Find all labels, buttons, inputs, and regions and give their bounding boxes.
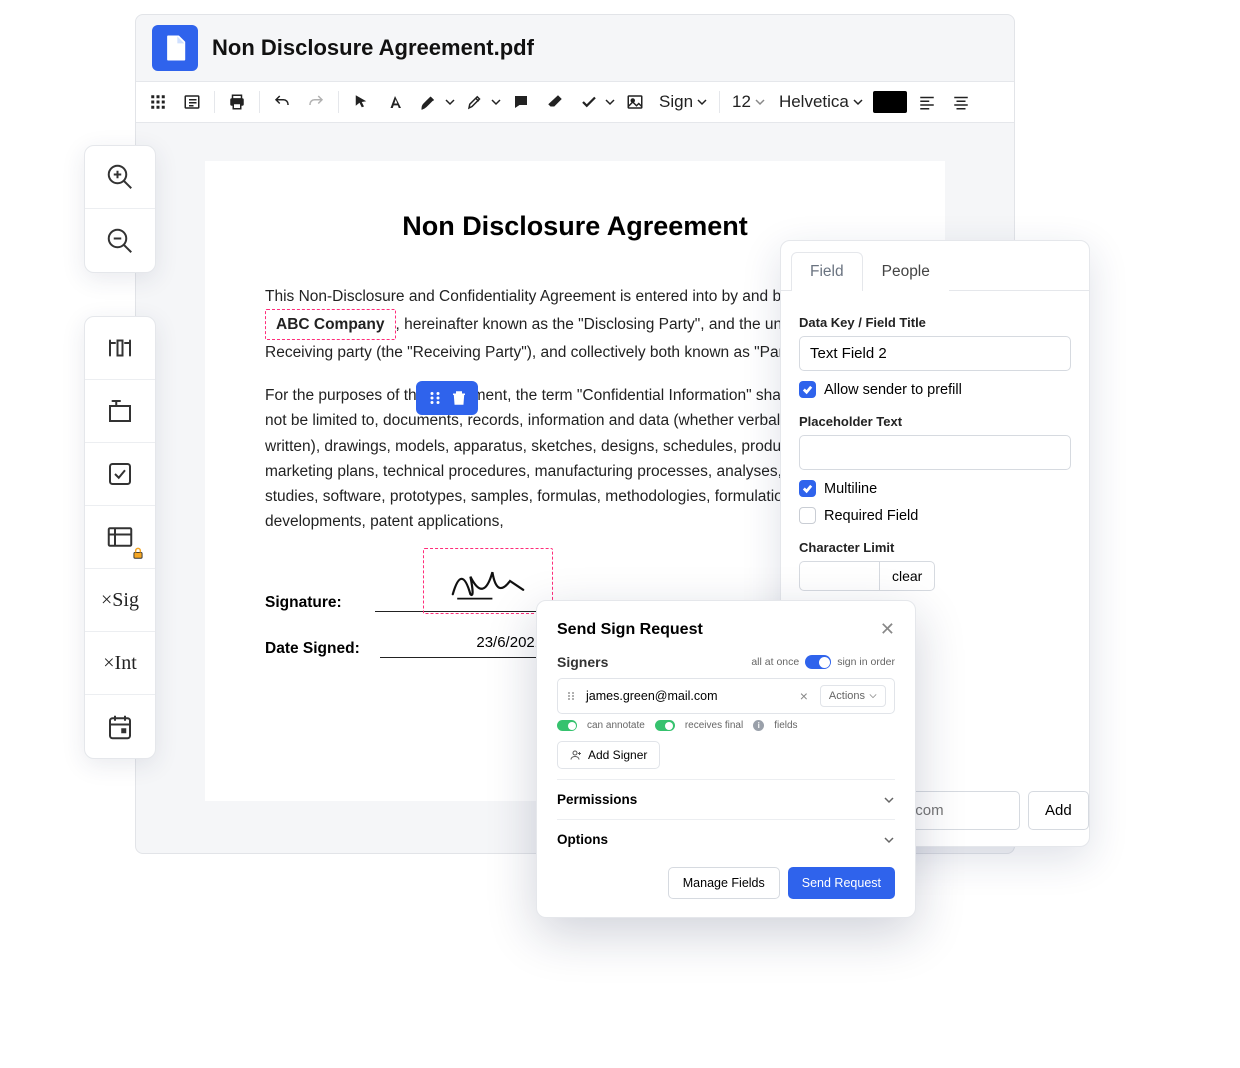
required-row[interactable]: Required Field: [799, 507, 1071, 524]
pen-tool-icon[interactable]: [415, 88, 443, 116]
signature-glyph: [443, 559, 533, 603]
send-request-button[interactable]: Send Request: [788, 867, 895, 899]
placeholder-label: Placeholder Text: [799, 414, 1071, 429]
allow-prefill-row[interactable]: Allow sender to prefill: [799, 381, 1071, 398]
date-tool[interactable]: [85, 695, 155, 758]
signature-label: Signature:: [265, 594, 355, 612]
info-icon[interactable]: i: [753, 720, 764, 731]
options-section[interactable]: Options: [557, 819, 895, 859]
char-limit-label: Character Limit: [799, 540, 1071, 555]
add-signer-button[interactable]: Add Signer: [557, 741, 660, 769]
align-left-icon[interactable]: [913, 88, 941, 116]
panel-view-icon[interactable]: [178, 88, 206, 116]
signer-permissions: can annotate receives final i fields: [557, 720, 895, 731]
signer-email[interactable]: james.green@mail.com: [586, 689, 788, 703]
order-toggle-group: all at once sign in order: [751, 655, 895, 669]
checkbox-tool[interactable]: [85, 443, 155, 506]
allow-prefill-checkbox[interactable]: [799, 381, 816, 398]
text-tool-icon[interactable]: [381, 88, 409, 116]
signature-tool[interactable]: ×Sig: [85, 569, 155, 632]
date-label: Date Signed:: [265, 640, 360, 658]
char-limit-input[interactable]: [799, 561, 879, 591]
receives-final-toggle[interactable]: [655, 720, 675, 731]
pen-dropdown-icon[interactable]: [445, 88, 455, 116]
zoom-out-button[interactable]: [85, 209, 155, 272]
field-handle[interactable]: [416, 381, 478, 415]
font-family-dropdown[interactable]: Helvetica: [775, 92, 867, 112]
font-size-dropdown[interactable]: 12: [728, 92, 769, 112]
drag-icon[interactable]: [566, 690, 578, 702]
add-button[interactable]: Add: [1028, 791, 1089, 830]
highlighter-dropdown-icon[interactable]: [491, 88, 501, 116]
lock-icon: [131, 546, 145, 560]
checkmark-icon[interactable]: [575, 88, 603, 116]
initials-tool[interactable]: ×Int: [85, 632, 155, 695]
can-annotate-toggle[interactable]: [557, 720, 577, 731]
checkmark-dropdown-icon[interactable]: [605, 88, 615, 116]
clear-button[interactable]: clear: [879, 561, 935, 591]
toolbar: Sign 12 Helvetica: [136, 81, 1014, 123]
app-logo[interactable]: [152, 25, 198, 71]
tab-people[interactable]: People: [863, 252, 949, 291]
panel-tabs: Field People: [781, 241, 1089, 291]
color-swatch[interactable]: [873, 91, 907, 113]
tab-field[interactable]: Field: [791, 252, 863, 291]
add-user-icon: [570, 749, 582, 761]
company-field[interactable]: ABC Company: [265, 309, 396, 340]
file-name: Non Disclosure Agreement.pdf: [212, 35, 534, 61]
permissions-section[interactable]: Permissions: [557, 779, 895, 819]
data-key-input[interactable]: [799, 336, 1071, 371]
comment-icon[interactable]: [507, 88, 535, 116]
zoom-in-button[interactable]: [85, 146, 155, 209]
titlebar: Non Disclosure Agreement.pdf: [136, 15, 1014, 81]
close-icon[interactable]: ✕: [880, 619, 895, 640]
data-key-label: Data Key / Field Title: [799, 315, 1071, 330]
document-title: Non Disclosure Agreement: [265, 211, 885, 242]
chevron-down-icon: [883, 834, 895, 846]
manage-fields-button[interactable]: Manage Fields: [668, 867, 780, 899]
undo-icon[interactable]: [268, 88, 296, 116]
document-icon: [161, 34, 189, 62]
left-sidebar: [84, 145, 156, 273]
multiline-checkbox[interactable]: [799, 480, 816, 497]
grid-view-icon[interactable]: [144, 88, 172, 116]
remove-signer-icon[interactable]: ×: [796, 688, 812, 704]
trash-icon[interactable]: [450, 389, 468, 407]
actions-dropdown[interactable]: Actions: [820, 685, 886, 707]
multiline-row[interactable]: Multiline: [799, 480, 1071, 497]
redo-icon[interactable]: [302, 88, 330, 116]
signers-label: Signers: [557, 654, 608, 670]
modal-title: Send Sign Request: [557, 621, 703, 639]
drag-handle-icon: [426, 389, 444, 407]
signature-field[interactable]: [423, 548, 553, 614]
highlighter-icon[interactable]: [461, 88, 489, 116]
chevron-down-icon: [883, 794, 895, 806]
order-toggle[interactable]: [805, 655, 831, 669]
sign-request-modal: Send Sign Request ✕ Signers all at once …: [536, 600, 916, 918]
cursor-icon[interactable]: [347, 88, 375, 116]
align-center-icon[interactable]: [947, 88, 975, 116]
image-icon[interactable]: [621, 88, 649, 116]
text-area-tool[interactable]: [85, 380, 155, 443]
print-icon[interactable]: [223, 88, 251, 116]
lock-field-tool[interactable]: [85, 506, 155, 569]
sign-dropdown[interactable]: Sign: [655, 92, 711, 112]
text-field-tool[interactable]: [85, 317, 155, 380]
signer-row: james.green@mail.com × Actions: [557, 678, 895, 714]
eraser-icon[interactable]: [541, 88, 569, 116]
required-checkbox[interactable]: [799, 507, 816, 524]
placeholder-input[interactable]: [799, 435, 1071, 470]
left-sidebar-tools: ×Sig ×Int: [84, 316, 156, 759]
